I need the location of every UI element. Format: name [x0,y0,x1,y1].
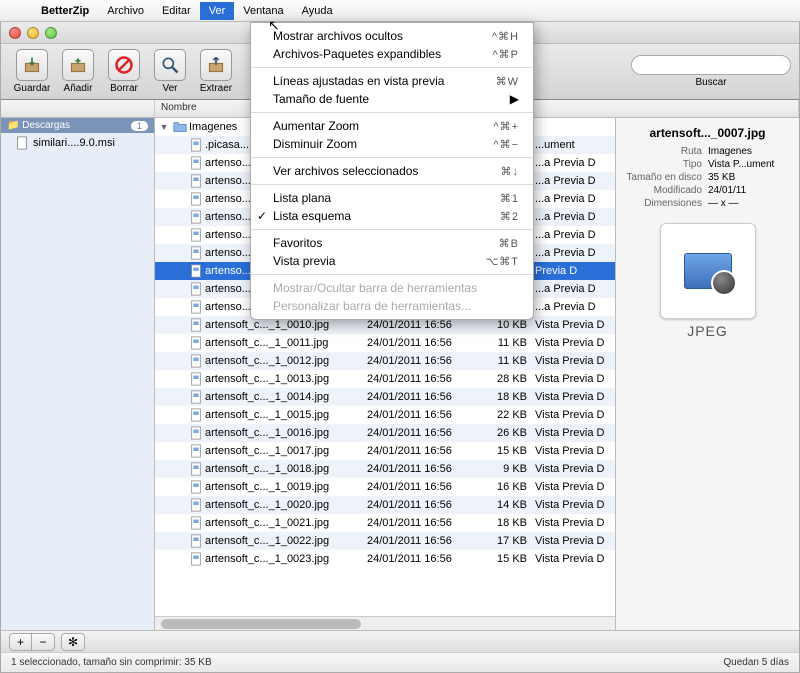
file-row[interactable]: artensoft_c..._1_0023.jpg24/01/2011 16:5… [155,550,615,568]
ver-dropdown: Mostrar archivos ocultos^⌘HArchivos-Paqu… [250,22,534,320]
file-row[interactable]: artensoft_c..._1_0015.jpg24/01/2011 16:5… [155,406,615,424]
menu-item[interactable]: Líneas ajustadas en vista previa⌘W [251,72,533,90]
menu-editar[interactable]: Editar [153,2,200,20]
file-row[interactable]: artensoft_c..._1_0018.jpg24/01/2011 16:5… [155,460,615,478]
menu-ventana[interactable]: Ventana [234,2,292,20]
menu-item[interactable]: Archivos-Paquetes expandibles^⌘P [251,45,533,63]
file-icon [189,228,205,242]
file-icon [189,498,205,512]
sidebar-header[interactable]: 📁 Descargas 1 [1,118,154,133]
add-button[interactable]: + [10,634,32,650]
search-label: Buscar [695,77,726,88]
menu-ver[interactable]: Ver [200,2,235,20]
preview-thumbnail: JPEG [653,223,763,339]
ver-icon [154,49,186,81]
menu-item[interactable]: Tamaño de fuente▶ [251,90,533,108]
status-text: 1 seleccionado, tamaño sin comprimir: 35… [11,657,212,668]
extraer-icon [200,49,232,81]
file-icon [189,210,205,224]
menu-item[interactable]: Lista plana⌘1 [251,189,533,207]
footer-bar: + − ✻ [1,630,799,652]
preview-row: RutaImagenes [624,146,791,157]
action-button[interactable]: ✻ [62,634,84,650]
file-row[interactable]: artensoft_c..._1_0014.jpg24/01/2011 16:5… [155,388,615,406]
menu-item[interactable]: Mostrar archivos ocultos^⌘H [251,27,533,45]
file-icon [189,408,205,422]
file-icon [189,192,205,206]
file-row[interactable]: artensoft_c..._1_0022.jpg24/01/2011 16:5… [155,532,615,550]
cursor-icon: ↖ [268,17,280,34]
file-icon [189,264,205,278]
file-icon [189,426,205,440]
file-icon [189,138,205,152]
sidebar-count-badge: 1 [131,121,148,131]
guardar-icon [16,49,48,81]
file-icon [189,336,205,350]
file-row[interactable]: artensoft_c..._1_0016.jpg24/01/2011 16:5… [155,424,615,442]
menu-item[interactable]: ✓Lista esquema⌘2 [251,207,533,225]
file-row[interactable]: artensoft_c..._1_0013.jpg24/01/2011 16:5… [155,370,615,388]
extraer-button[interactable]: Extraer [193,49,239,94]
app-name[interactable]: BetterZip [32,2,98,20]
preview-pane: artensoft..._0007.jpg RutaImagenes TipoVi… [615,118,799,630]
file-icon [189,390,205,404]
minimize-button[interactable] [27,27,39,39]
file-row[interactable]: artensoft_c..._1_0019.jpg24/01/2011 16:5… [155,478,615,496]
file-icon [189,300,205,314]
menubar: BetterZip ArchivoEditarVerVentanaAyuda [0,0,800,22]
borrar-icon [108,49,140,81]
menu-item: Mostrar/Ocultar barra de herramientas [251,279,533,297]
file-icon [189,372,205,386]
file-icon [189,174,205,188]
file-icon [189,534,205,548]
sidebar-item[interactable]: similari....9.0.msi [1,133,154,153]
preview-row: Dimensiones— x — [624,198,791,209]
guardar-button[interactable]: Guardar [9,49,55,94]
file-row[interactable]: artensoft_c..._1_0020.jpg24/01/2011 16:5… [155,496,615,514]
menu-item[interactable]: Aumentar Zoom^⌘+ [251,117,533,135]
sidebar: 📁 Descargas 1 similari....9.0.msi [1,118,155,630]
file-icon [189,282,205,296]
remove-button[interactable]: − [32,634,54,650]
menu-ayuda[interactable]: Ayuda [293,2,342,20]
horizontal-scrollbar[interactable] [155,616,615,630]
file-icon [189,552,205,566]
preview-row: Tamaño en disco35 KB [624,172,791,183]
preview-row: TipoVista P...ument [624,159,791,170]
file-icon [189,246,205,260]
file-icon [189,462,205,476]
anadir-button[interactable]: Añadir [55,49,101,94]
menu-item[interactable]: Vista previa⌥⌘T [251,252,533,270]
file-row[interactable]: artensoft_c..._1_0021.jpg24/01/2011 16:5… [155,514,615,532]
file-icon [15,136,29,150]
file-icon [189,480,205,494]
menu-item[interactable]: Disminuir Zoom^⌘− [251,135,533,153]
menu-item[interactable]: Ver archivos seleccionados⌘↓ [251,162,533,180]
file-icon [189,444,205,458]
preview-row: Modificado24/01/11 [624,185,791,196]
file-icon [189,156,205,170]
close-button[interactable] [9,27,21,39]
ver-button[interactable]: Ver [147,49,193,94]
file-row[interactable]: artensoft_c..._1_0011.jpg24/01/2011 16:5… [155,334,615,352]
search-input[interactable] [631,55,791,75]
file-icon [189,318,205,332]
preview-title: artensoft..._0007.jpg [624,126,791,140]
anadir-icon [62,49,94,81]
zoom-button[interactable] [45,27,57,39]
menu-item: Personalizar barra de herramientas... [251,297,533,315]
status-days: Quedan 5 días [723,657,789,668]
borrar-button[interactable]: Borrar [101,49,147,94]
file-row[interactable]: artensoft_c..._1_0017.jpg24/01/2011 16:5… [155,442,615,460]
menu-archivo[interactable]: Archivo [98,2,153,20]
file-icon [189,354,205,368]
file-row[interactable]: artensoft_c..._1_0012.jpg24/01/2011 16:5… [155,352,615,370]
file-icon [189,516,205,530]
status-bar: 1 seleccionado, tamaño sin comprimir: 35… [1,652,799,672]
menu-item[interactable]: Favoritos⌘B [251,234,533,252]
jpeg-icon [660,223,756,319]
